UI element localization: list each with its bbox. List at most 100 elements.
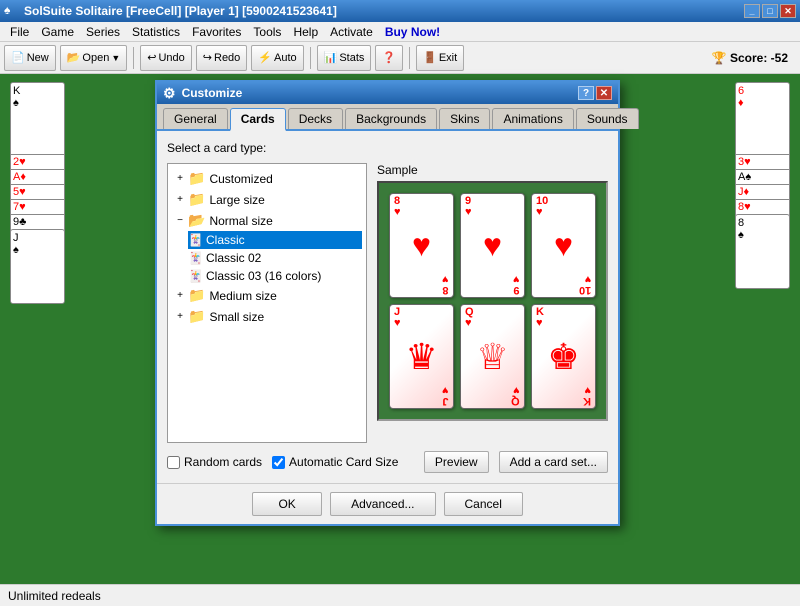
folder-icon: 📁 bbox=[188, 287, 205, 304]
close-button[interactable]: ✕ bbox=[780, 4, 796, 18]
random-cards-checkbox[interactable] bbox=[167, 456, 180, 469]
menu-help[interactable]: Help bbox=[287, 23, 324, 41]
minimize-button[interactable]: _ bbox=[744, 4, 760, 18]
score-icon: 🏆 bbox=[712, 51, 727, 65]
expand-icon: − bbox=[172, 215, 188, 226]
toolbar-separator2 bbox=[310, 47, 311, 69]
card-icon: 🃏 bbox=[188, 233, 202, 247]
tree-item-classic[interactable]: 🃏 Classic bbox=[188, 231, 362, 249]
stats-button[interactable]: 📊 Stats bbox=[317, 45, 372, 71]
auto-button[interactable]: ⚡ Auto bbox=[251, 45, 303, 71]
auto-card-size-option[interactable]: Automatic Card Size bbox=[272, 455, 398, 469]
sample-card-qh: Q♥ ♕ Q♥ bbox=[460, 304, 525, 409]
menu-activate[interactable]: Activate bbox=[324, 23, 379, 41]
sample-panel: Sample 8♥ ♥ 8♥ 9♥ ♥ 9♥ bbox=[377, 163, 608, 443]
tab-backgrounds[interactable]: Backgrounds bbox=[345, 108, 437, 129]
sample-card-jh: J♥ ♛ J♥ bbox=[389, 304, 454, 409]
toolbar: 📄 New 📂 Open ▼ ↩ Undo ↪ Redo ⚡ Auto 📊 St… bbox=[0, 42, 800, 74]
menubar: File Game Series Statistics Favorites To… bbox=[0, 22, 800, 42]
expand-icon: + bbox=[172, 194, 188, 205]
maximize-button[interactable]: □ bbox=[762, 4, 778, 18]
window-title: SolSuite Solitaire [FreeCell] [Player 1]… bbox=[24, 4, 744, 18]
redo-icon: ↪ bbox=[203, 51, 212, 64]
expand-icon: + bbox=[172, 290, 188, 301]
open-button[interactable]: 📂 Open ▼ bbox=[60, 45, 128, 71]
expand-icon: + bbox=[172, 173, 188, 184]
sample-card-10h: 10♥ ♥ 10♥ bbox=[531, 193, 596, 298]
dialog-icon: ⚙ bbox=[163, 85, 176, 102]
section-label: Select a card type: bbox=[167, 141, 608, 155]
sample-area: 8♥ ♥ 8♥ 9♥ ♥ 9♥ 10♥ ♥ 10♥ bbox=[377, 181, 608, 421]
card-icon: 🃏 bbox=[188, 251, 202, 265]
toolbar-separator bbox=[133, 47, 134, 69]
sample-label: Sample bbox=[377, 163, 608, 177]
tab-bar: General Cards Decks Backgrounds Skins An… bbox=[157, 104, 618, 131]
tab-decks[interactable]: Decks bbox=[288, 108, 343, 129]
tree-item-small-size[interactable]: + 📁 Small size bbox=[172, 306, 362, 327]
score-display: 🏆 Score: -52 bbox=[704, 49, 796, 67]
tree-item-medium-size[interactable]: + 📁 Medium size bbox=[172, 285, 362, 306]
status-text: Unlimited redeals bbox=[8, 589, 101, 603]
sample-card-kh: K♥ ♚ K♥ bbox=[531, 304, 596, 409]
tree-item-classic03[interactable]: 🃏 Classic 03 (16 colors) bbox=[188, 267, 362, 285]
random-cards-option[interactable]: Random cards bbox=[167, 455, 262, 469]
dialog-body: + 📁 Customized + 📁 Large size − 📂 Normal… bbox=[167, 163, 608, 443]
titlebar: ♠ SolSuite Solitaire [FreeCell] [Player … bbox=[0, 0, 800, 22]
add-card-set-button[interactable]: Add a card set... bbox=[499, 451, 608, 473]
auto-card-size-checkbox[interactable] bbox=[272, 456, 285, 469]
menu-series[interactable]: Series bbox=[80, 23, 126, 41]
folder-icon: 📁 bbox=[188, 308, 205, 325]
dialog-footer: OK Advanced... Cancel bbox=[157, 483, 618, 524]
cancel-button[interactable]: Cancel bbox=[444, 492, 523, 516]
exit-icon: 🚪 bbox=[423, 51, 437, 64]
toolbar-separator3 bbox=[409, 47, 410, 69]
folder-icon: 📁 bbox=[188, 170, 205, 187]
new-icon: 📄 bbox=[11, 51, 25, 64]
menu-favorites[interactable]: Favorites bbox=[186, 23, 247, 41]
menu-buynow[interactable]: Buy Now! bbox=[379, 23, 446, 41]
auto-icon: ⚡ bbox=[258, 51, 272, 64]
tree-item-customized[interactable]: + 📁 Customized bbox=[172, 168, 362, 189]
bottom-options: Random cards Automatic Card Size Preview… bbox=[167, 451, 608, 473]
new-button[interactable]: 📄 New bbox=[4, 45, 56, 71]
card-type-tree[interactable]: + 📁 Customized + 📁 Large size − 📂 Normal… bbox=[167, 163, 367, 443]
menu-statistics[interactable]: Statistics bbox=[126, 23, 186, 41]
exit-button[interactable]: 🚪 Exit bbox=[416, 45, 464, 71]
dialog-title-controls: ? ✕ bbox=[578, 86, 612, 100]
tab-skins[interactable]: Skins bbox=[439, 108, 490, 129]
card-icon: 🃏 bbox=[188, 269, 202, 283]
undo-icon: ↩ bbox=[147, 51, 156, 64]
menu-file[interactable]: File bbox=[4, 23, 35, 41]
help-button[interactable]: ❓ bbox=[375, 45, 403, 71]
sample-card-9h: 9♥ ♥ 9♥ bbox=[460, 193, 525, 298]
advanced-button[interactable]: Advanced... bbox=[330, 492, 435, 516]
expand-icon: + bbox=[172, 311, 188, 322]
menu-game[interactable]: Game bbox=[35, 23, 80, 41]
open-icon: 📂 bbox=[67, 51, 81, 64]
folder-icon: 📁 bbox=[188, 191, 205, 208]
customize-dialog: ⚙ Customize ? ✕ General Cards Decks Back… bbox=[155, 80, 620, 526]
tab-cards[interactable]: Cards bbox=[230, 108, 286, 131]
undo-button[interactable]: ↩ Undo bbox=[140, 45, 192, 71]
tab-general[interactable]: General bbox=[163, 108, 228, 129]
tree-item-normal-size[interactable]: − 📂 Normal size bbox=[172, 210, 362, 231]
statusbar: Unlimited redeals bbox=[0, 584, 800, 606]
ok-button[interactable]: OK bbox=[252, 492, 322, 516]
help-icon: ❓ bbox=[382, 51, 396, 64]
app-icon: ♠ bbox=[4, 3, 20, 19]
tab-animations[interactable]: Animations bbox=[492, 108, 573, 129]
dialog-title: Customize bbox=[182, 86, 578, 100]
menu-tools[interactable]: Tools bbox=[247, 23, 287, 41]
tree-item-large-size[interactable]: + 📁 Large size bbox=[172, 189, 362, 210]
window-controls: _ □ ✕ bbox=[744, 4, 796, 18]
folder-open-icon: 📂 bbox=[188, 212, 205, 229]
tree-item-classic02[interactable]: 🃏 Classic 02 bbox=[188, 249, 362, 267]
preview-button[interactable]: Preview bbox=[424, 451, 489, 473]
dialog-content: Select a card type: + 📁 Customized + 📁 L… bbox=[157, 131, 618, 483]
stats-icon: 📊 bbox=[324, 51, 338, 64]
dialog-close-button[interactable]: ✕ bbox=[596, 86, 612, 100]
dialog-help-button[interactable]: ? bbox=[578, 86, 594, 100]
redo-button[interactable]: ↪ Redo bbox=[196, 45, 248, 71]
tab-sounds[interactable]: Sounds bbox=[576, 108, 639, 129]
dialog-titlebar[interactable]: ⚙ Customize ? ✕ bbox=[157, 82, 618, 104]
